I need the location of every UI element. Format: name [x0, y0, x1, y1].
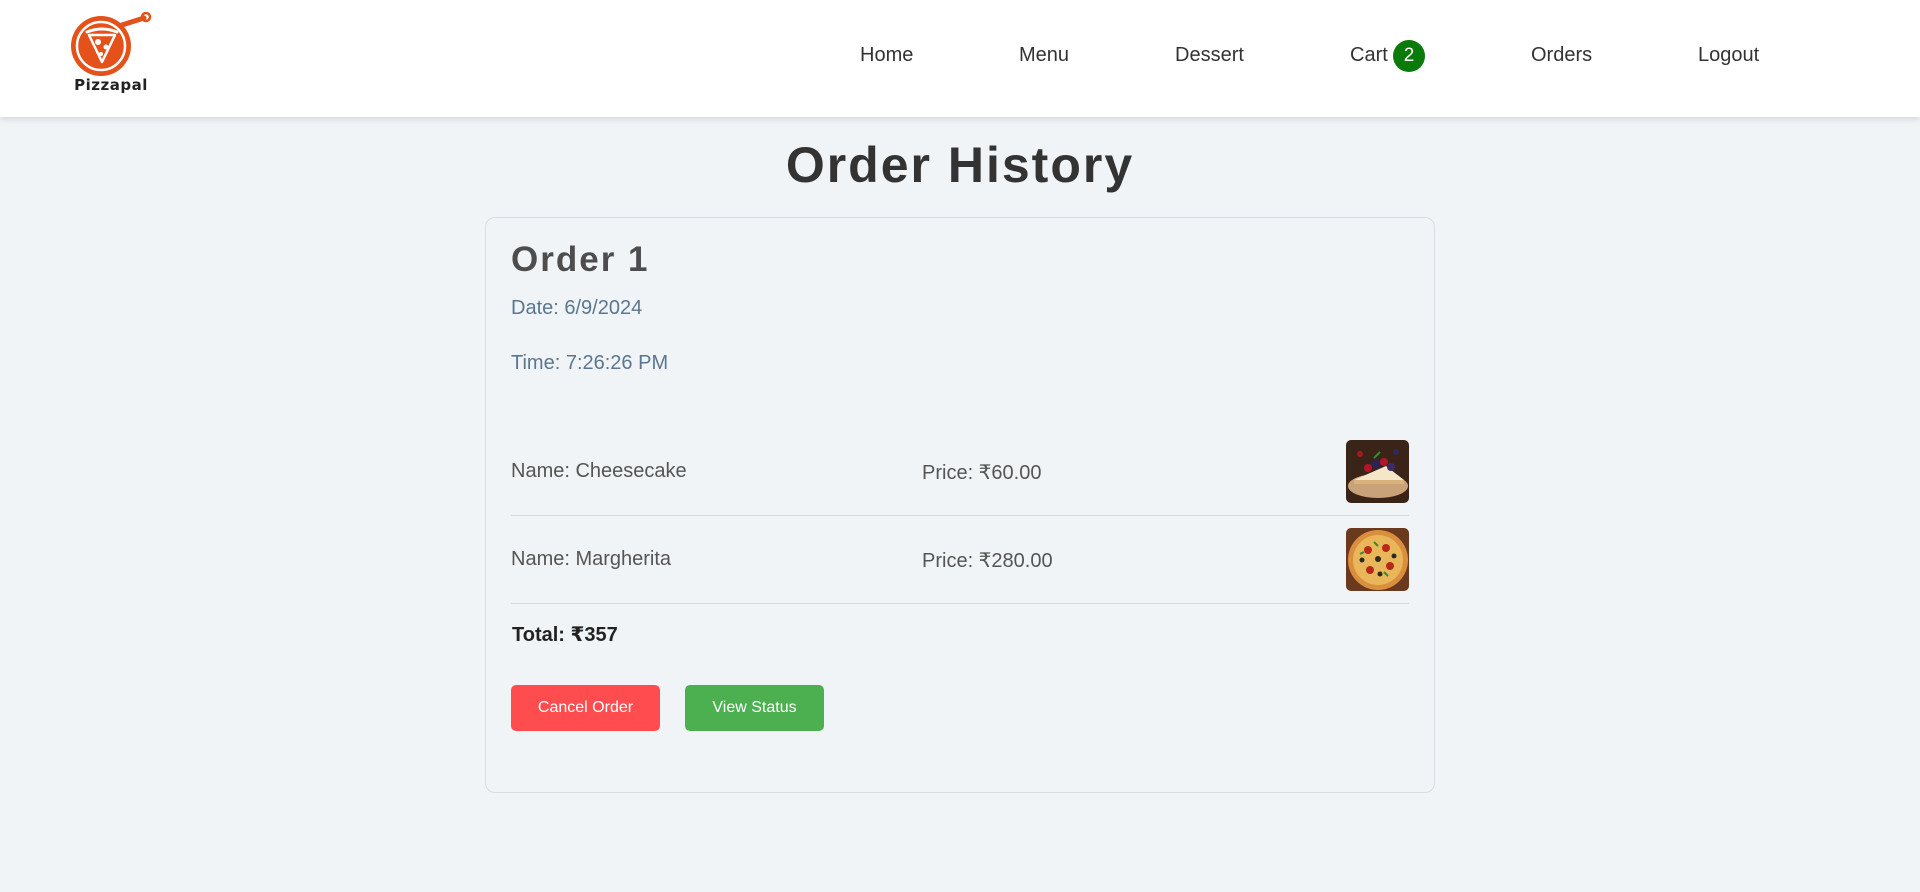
order-title: Order 1 [511, 240, 650, 279]
cart-count-badge[interactable]: 2 [1393, 40, 1425, 72]
nav-home-link[interactable]: Home [860, 44, 913, 70]
navbar: Pizzapal Home Menu Dessert Cart 2 Orders… [0, 0, 1920, 117]
cheesecake-image-icon [1346, 440, 1409, 503]
order-total: Total: ₹357 [512, 624, 618, 646]
logo-wordmark: Pizzapal [74, 76, 148, 94]
cancel-order-button[interactable]: Cancel Order [511, 685, 660, 731]
item-name: Name: Cheesecake [511, 460, 687, 482]
nav-orders-link[interactable]: Orders [1531, 44, 1592, 70]
nav-menu-link[interactable]: Menu [1019, 44, 1069, 70]
pizzapal-logo[interactable]: Pizzapal [66, 12, 156, 98]
view-status-button[interactable]: View Status [685, 685, 824, 731]
item-price: Price: ₹280.00 [922, 550, 1053, 572]
nav-dessert-link[interactable]: Dessert [1175, 44, 1244, 70]
pizza-image-icon [1346, 528, 1409, 591]
item-price: Price: ₹60.00 [922, 462, 1042, 484]
page-title: Order History [785, 137, 1135, 193]
pizza-pan-logo-icon [71, 12, 152, 76]
order-time: Time: 7:26:26 PM [511, 352, 669, 374]
item-name: Name: Margherita [511, 548, 672, 570]
order-item-row: Name: Margherita Price: ₹280.00 [511, 516, 1409, 604]
nav-logout-link[interactable]: Logout [1698, 44, 1759, 70]
order-card: Order 1 Date: 6/9/2024 Time: 7:26:26 PM … [485, 217, 1435, 793]
order-date: Date: 6/9/2024 [511, 297, 643, 319]
nav-cart-link[interactable]: Cart [1350, 44, 1388, 70]
order-item-row: Name: Cheesecake Price: ₹60.00 [511, 428, 1409, 516]
